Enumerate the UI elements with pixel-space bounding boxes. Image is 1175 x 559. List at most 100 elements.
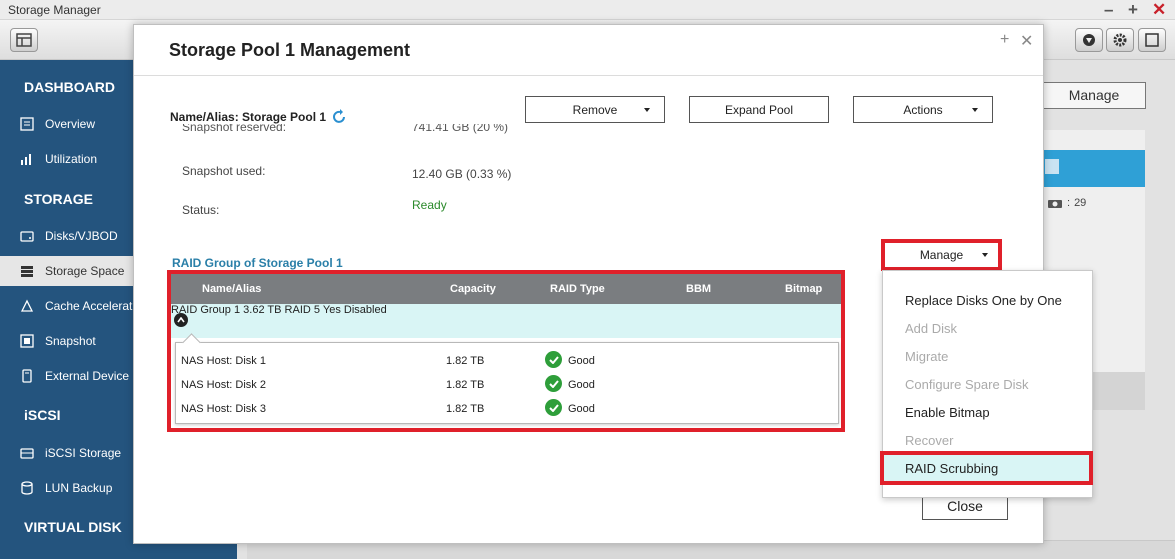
close-icon[interactable]: ✕ <box>1020 31 1033 51</box>
remove-button-label: Remove <box>572 102 618 117</box>
refresh-icon[interactable] <box>332 109 348 125</box>
snapshot-tool-icon <box>1083 34 1095 46</box>
collapse-icon[interactable] <box>174 313 188 327</box>
list-item: NAS Host: Disk 3 1.82 TB Good <box>176 397 840 421</box>
snapshot-reserved-label: Snapshot reserved: <box>182 124 287 134</box>
cache-icon <box>19 299 35 313</box>
sidebar-item-label: External Device <box>45 369 130 383</box>
help-icon <box>1145 33 1159 47</box>
disk-capacity: 1.82 TB <box>446 355 485 367</box>
maximize-icon[interactable]: + <box>1128 0 1138 20</box>
iscsi-storage-icon <box>19 446 35 460</box>
actions-button[interactable]: Actions <box>853 96 993 123</box>
list-item: NAS Host: Disk 1 1.82 TB Good <box>176 349 840 373</box>
storage-space-icon <box>19 264 35 278</box>
menu-item-raid-scrubbing[interactable]: RAID Scrubbing <box>880 451 1093 485</box>
disk-status: Good <box>568 379 595 391</box>
gear-icon <box>1113 33 1127 47</box>
close-window-icon[interactable]: ✕ <box>1152 0 1166 20</box>
sidebar-item-label: Utilization <box>45 152 98 166</box>
column-header[interactable]: Bitmap <box>785 283 822 295</box>
sidebar-item-label: LUN Backup <box>45 481 113 495</box>
remove-button[interactable]: Remove <box>525 96 665 123</box>
disk-status: Good <box>568 355 595 367</box>
manage-button[interactable]: Manage <box>885 243 998 267</box>
snapshot-count-value: 29 <box>1074 197 1087 209</box>
app-title: Storage Manager <box>8 3 101 17</box>
background-manage-button[interactable]: Manage <box>1042 82 1146 109</box>
minimize-icon[interactable]: – <box>1104 0 1113 20</box>
name-alias: Name/Alias: Storage Pool 1 <box>170 109 348 125</box>
chevron-down-icon <box>982 253 988 257</box>
column-header[interactable]: RAID Type <box>550 283 605 295</box>
sidebar-item-label: Storage Space <box>45 264 125 278</box>
background-snapshot-count: : 29 <box>1047 197 1086 209</box>
disk-icon <box>19 229 35 243</box>
menu-item-migrate: Migrate <box>905 349 949 364</box>
dialog-header: Storage Pool 1 Management + ✕ <box>134 25 1043 76</box>
menu-item-replace-disks[interactable]: Replace Disks One by One <box>883 287 1092 315</box>
sidebar-section-dashboard: DASHBOARD <box>24 79 115 95</box>
sidebar-item-label: Overview <box>45 117 96 131</box>
raid-group-table: Name/Alias Capacity RAID Type BBM Bitmap… <box>171 274 841 428</box>
dialog-title: Storage Pool 1 Management <box>169 40 411 60</box>
raid-group-table-highlight: Name/Alias Capacity RAID Type BBM Bitmap… <box>167 270 845 432</box>
menu-item-configure-spare-disk: Configure Spare Disk <box>905 377 1029 392</box>
check-circle-icon <box>545 375 562 392</box>
title-bar: Storage Manager – + ✕ <box>0 0 1175 20</box>
menu-item-enable-bitmap[interactable]: Enable Bitmap <box>883 399 1092 427</box>
menu-item-add-disk: Add Disk <box>905 321 958 336</box>
raid-group-capacity: 3.62 TB <box>243 304 282 316</box>
manage-button-label: Manage <box>919 248 964 262</box>
settings-button[interactable] <box>1106 28 1134 52</box>
raid-group-type: RAID 5 <box>284 304 321 316</box>
camera-icon <box>1048 200 1062 208</box>
manage-button-highlight: Manage <box>881 239 1002 271</box>
expand-icon[interactable]: + <box>1000 31 1009 49</box>
disk-capacity: 1.82 TB <box>446 379 485 391</box>
disk-capacity: 1.82 TB <box>446 403 485 415</box>
snapshot-used-label: Snapshot used: <box>182 164 266 178</box>
raid-group-heading: RAID Group of Storage Pool 1 <box>172 256 343 270</box>
table-row[interactable]: RAID Group 1 3.62 TB RAID 5 Yes Disabled <box>171 304 841 338</box>
chevron-down-icon <box>972 108 978 112</box>
sidebar-item-label: Disks/VJBOD <box>45 229 118 243</box>
status-label: Status: <box>182 203 220 217</box>
snapshot-tool-button[interactable] <box>1075 28 1103 52</box>
actions-button-label: Actions <box>903 102 943 117</box>
layout-icon <box>16 33 32 47</box>
help-button[interactable] <box>1138 28 1166 52</box>
status-value: Ready <box>412 198 447 212</box>
layout-toggle-button[interactable] <box>10 28 38 52</box>
snapshot-icon <box>19 334 35 348</box>
disk-name: NAS Host: Disk 1 <box>181 355 266 367</box>
external-device-icon <box>19 369 35 383</box>
disk-name: NAS Host: Disk 3 <box>181 403 266 415</box>
column-header[interactable]: Name/Alias <box>202 283 261 295</box>
disk-name: NAS Host: Disk 2 <box>181 379 266 391</box>
column-header[interactable]: Capacity <box>450 283 496 295</box>
expand-pool-button[interactable]: Expand Pool <box>689 96 829 123</box>
snapshot-used-value: 12.40 GB (0.33 %) <box>412 167 512 181</box>
background-selected-row <box>1042 150 1145 187</box>
utilization-icon <box>19 152 35 166</box>
check-circle-icon <box>545 351 562 368</box>
sidebar-section-storage: STORAGE <box>24 191 93 207</box>
expand-pool-label: Expand Pool <box>724 102 794 117</box>
chevron-down-icon <box>644 108 650 112</box>
menu-item-label: RAID Scrubbing <box>905 461 999 476</box>
disk-list: NAS Host: Disk 1 1.82 TB Good NAS Host: … <box>175 342 839 424</box>
sidebar-item-label: Snapshot <box>45 334 96 348</box>
snapshot-reserved-value: 741.41 GB (20 %) <box>412 124 509 134</box>
table-header: Name/Alias Capacity RAID Type BBM Bitmap <box>171 274 841 304</box>
raid-group-bbm: Yes <box>322 304 341 316</box>
sidebar-section-virtual-disk: VIRTUAL DISK <box>24 519 122 535</box>
raid-group-bitmap: Disabled <box>343 304 387 316</box>
sidebar-section-iscsi: iSCSI <box>24 407 61 423</box>
overview-icon <box>19 117 35 131</box>
disk-status: Good <box>568 403 595 415</box>
lun-backup-icon <box>19 481 35 495</box>
column-header[interactable]: BBM <box>686 283 711 295</box>
snapshot-reserved-row: Snapshot reserved: 741.41 GB (20 %) <box>134 124 1043 140</box>
list-item: NAS Host: Disk 2 1.82 TB Good <box>176 373 840 397</box>
